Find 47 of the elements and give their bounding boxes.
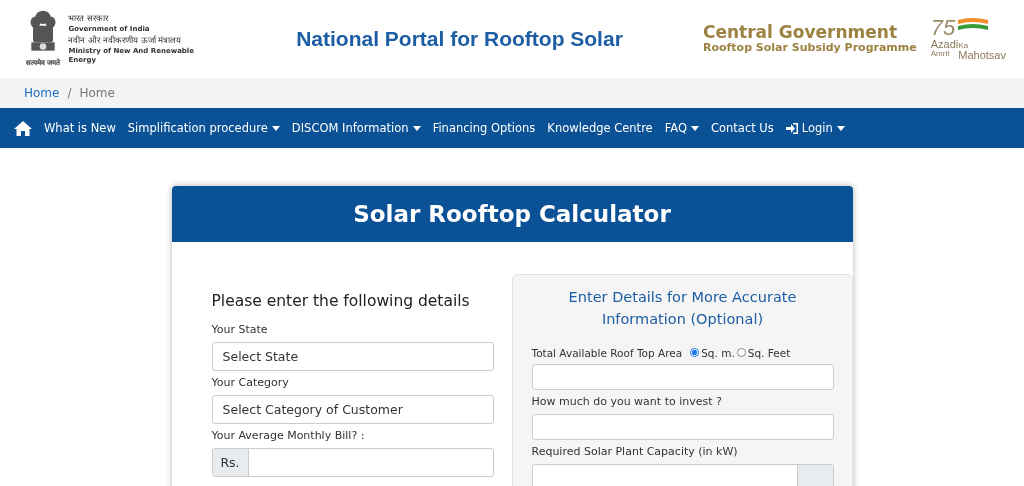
login-icon (785, 122, 798, 134)
input-field[interactable]: Rs. (211, 448, 494, 477)
radio-label: Sq. m. (701, 346, 735, 359)
input-field[interactable] (531, 363, 834, 390)
caret-icon (412, 125, 421, 131)
panel-heading: Enter Details for More Accurate Information (Optional) (567, 288, 798, 329)
nav-link[interactable]: Knowledge Centre (547, 121, 653, 135)
azadi-text: Amrit (930, 50, 951, 60)
programme-title: Central Government (702, 22, 897, 43)
ministry-hindi: नवीन और नवीकरणीय ऊर्जा मंत्रालय (68, 34, 183, 46)
programme-subtitle: Rooftop Solar Subsidy Programme (702, 42, 917, 56)
caret-icon (836, 125, 845, 131)
radio-label: Sq. Feet (747, 346, 791, 359)
select-field[interactable]: Select Category of Customer (211, 395, 494, 424)
nav-link[interactable]: What is New (44, 121, 116, 135)
field-label: Total Available Roof Top Area (531, 346, 683, 359)
field-label: Your Category (211, 376, 290, 389)
caret-icon (271, 125, 280, 131)
caret-icon (690, 125, 699, 131)
input-field[interactable] (531, 463, 834, 486)
nav-link[interactable]: Financing Options (432, 121, 536, 135)
portal-title: National Portal for Rooftop Solar (295, 27, 624, 51)
azadi-text: Mahotsav (958, 50, 1006, 61)
radio-button[interactable] (690, 348, 700, 357)
nav-link[interactable]: Login (785, 121, 845, 135)
nav-link[interactable]: DISCOM Information (291, 121, 421, 135)
field-label: How much do you want to invest ? (531, 394, 723, 408)
azadi-number: 75 (930, 17, 957, 39)
government-hindi: भारत सरकार (68, 12, 110, 24)
card-title: Solar Rooftop Calculator (171, 186, 853, 242)
field-label: Your State (211, 323, 269, 336)
home-icon[interactable] (14, 120, 32, 136)
nav-link[interactable]: Contact Us (710, 121, 774, 135)
azadi-text: Azadi (930, 39, 959, 50)
azadi-text: Ka (958, 42, 970, 50)
field-label: Required Solar Plant Capacity (in kW) (531, 444, 739, 458)
nav-link[interactable]: FAQ (664, 121, 699, 135)
breadcrumb-current: Home (79, 86, 115, 100)
select-field[interactable]: Select State (211, 342, 494, 371)
field-label: Your Average Monthly Bill? : (211, 429, 366, 442)
radio-button[interactable] (736, 348, 746, 357)
nav-link[interactable]: Simplification procedure (127, 121, 280, 135)
breadcrumb-link[interactable]: Home (24, 86, 60, 100)
form-heading: Please enter the following details (211, 292, 471, 310)
flag-icon (958, 17, 989, 33)
input-field[interactable] (531, 413, 834, 440)
breadcrumb-separator: / (67, 86, 72, 100)
